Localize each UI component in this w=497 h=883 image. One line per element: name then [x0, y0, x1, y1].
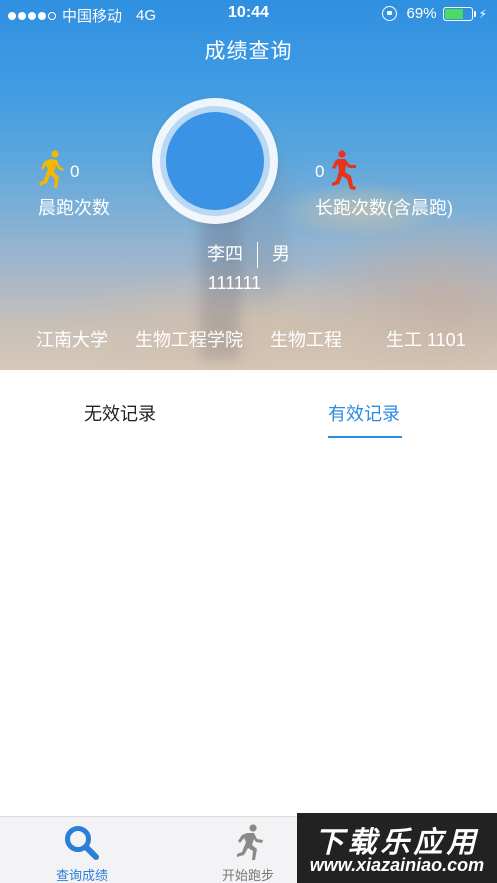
- watermark: 下载乐应用 www.xiazainiao.com: [297, 813, 497, 883]
- long-run-label: 长跑次数(含晨跑): [315, 198, 453, 218]
- rotation-lock-icon: [381, 6, 397, 21]
- long-run-stat: 0 长跑次数(含晨跑): [315, 150, 453, 220]
- active-tab-indicator: [328, 436, 402, 438]
- nav-query-label: 查询成绩: [55, 868, 108, 883]
- tab-invalid-records[interactable]: 无效记录: [84, 400, 156, 426]
- college-name: 生物工程学院: [135, 330, 243, 350]
- score-query-screen: 中国移动 4G 10:44 69% ⚡ 成绩查询 0 晨跑次数 0 长跑次数(含…: [0, 0, 497, 883]
- student-id: 111111: [207, 273, 262, 293]
- battery-percent: 69%: [406, 5, 437, 22]
- runner-icon: [39, 150, 64, 188]
- profile-header: 中国移动 4G 10:44 69% ⚡ 成绩查询 0 晨跑次数 0 长跑次数(含…: [0, 0, 497, 370]
- divider: [257, 242, 258, 269]
- avatar[interactable]: [166, 112, 264, 210]
- major-name: 生物工程: [270, 330, 342, 350]
- runner-icon: [237, 824, 263, 860]
- class-name: 生工 1101: [386, 330, 466, 350]
- nav-start-run[interactable]: 开始跑步: [188, 817, 308, 883]
- avatar-frame: [152, 98, 278, 224]
- records-list: [0, 440, 497, 816]
- user-gender: 男: [272, 244, 290, 264]
- page-title: 成绩查询: [204, 40, 293, 63]
- tab-valid-records[interactable]: 有效记录: [328, 400, 400, 426]
- university-name: 江南大学: [36, 330, 108, 350]
- morning-run-count: 0: [70, 162, 80, 181]
- nav-run-label: 开始跑步: [221, 868, 274, 883]
- morning-run-label: 晨跑次数: [38, 198, 110, 218]
- battery-icon: [442, 6, 476, 21]
- nav-query-scores[interactable]: 查询成绩: [22, 817, 142, 883]
- user-info: 李四 男: [0, 240, 497, 269]
- user-name: 李四: [207, 244, 243, 264]
- organization-row: 江南大学 生物工程学院 生物工程 生工 1101: [0, 326, 497, 350]
- record-tabs: 无效记录 有效记录: [0, 370, 497, 440]
- search-icon: [65, 826, 99, 860]
- morning-run-stat: 0 晨跑次数: [38, 150, 110, 220]
- runner-icon: [332, 150, 357, 190]
- watermark-url: www.xiazainiao.com: [309, 855, 485, 875]
- charging-icon: ⚡: [478, 6, 487, 21]
- status-right: 69% ⚡: [381, 5, 487, 22]
- long-run-count: 0: [315, 162, 325, 181]
- status-bar: 中国移动 4G 10:44 69% ⚡: [0, 0, 497, 28]
